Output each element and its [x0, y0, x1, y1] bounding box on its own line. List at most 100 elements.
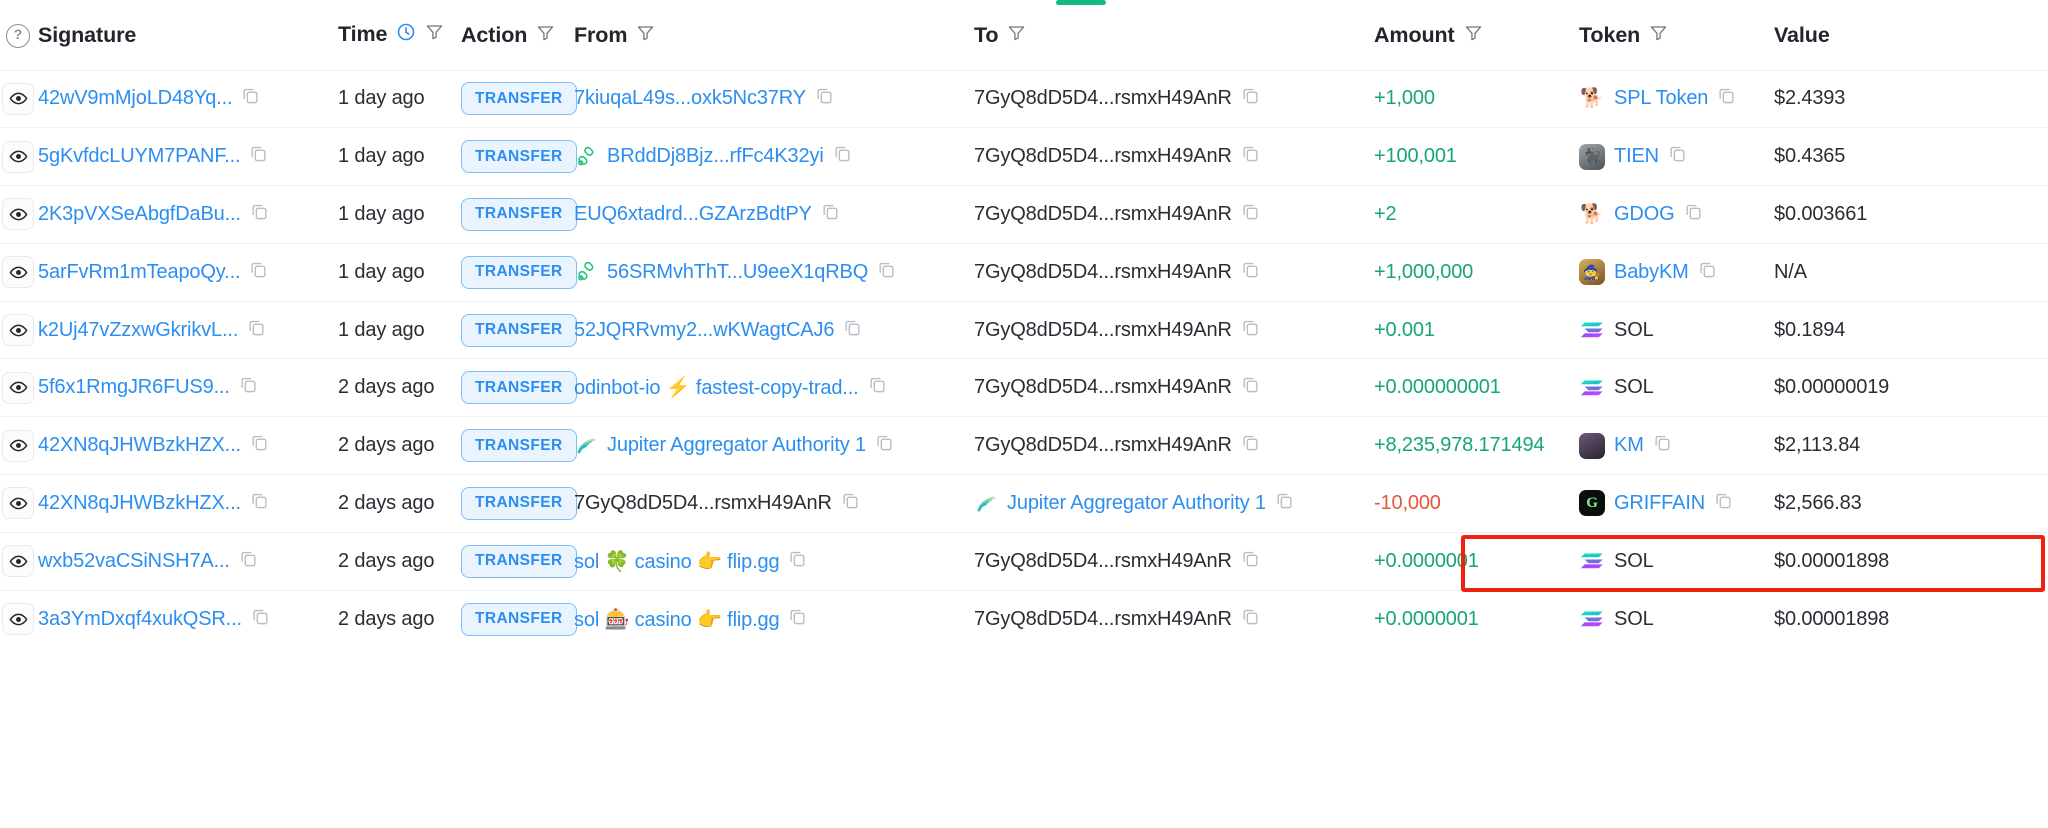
table-row[interactable]: 3a3YmDxqf4xukQSR... 2 days ago TRANSFER … [0, 590, 2048, 647]
table-row[interactable]: 5f6x1RmgJR6FUS9... 2 days ago TRANSFER o… [0, 358, 2048, 417]
copy-icon[interactable] [1275, 491, 1294, 516]
to-address[interactable]: Jupiter Aggregator Authority 1 [1007, 492, 1266, 515]
action-badge[interactable]: TRANSFER [461, 544, 577, 578]
action-badge[interactable]: TRANSFER [461, 313, 577, 347]
action-badge[interactable]: TRANSFER [461, 486, 577, 520]
from-address[interactable]: 52JQRRvmy2...wKWagtCAJ6 [574, 319, 834, 342]
token-label[interactable]: BabyKM [1614, 261, 1689, 284]
signature-link[interactable]: 5arFvRm1mTeapoQy... [38, 261, 241, 284]
filter-icon[interactable] [636, 23, 655, 48]
copy-icon[interactable] [251, 607, 270, 632]
token-label[interactable]: KM [1614, 434, 1644, 457]
signature-link[interactable]: 2K3pVXSeAbgfDaBu... [38, 203, 241, 226]
table-row[interactable]: k2Uj47vZzxwGkrikvL... 1 day ago TRANSFER… [0, 301, 2048, 359]
signature-link[interactable]: wxb52vaCSiNSH7A... [38, 550, 230, 573]
copy-icon[interactable] [1714, 491, 1733, 516]
watch-eye-icon[interactable] [2, 140, 34, 173]
copy-icon[interactable] [250, 491, 269, 516]
watch-eye-icon[interactable] [2, 487, 34, 520]
watch-eye-icon[interactable] [2, 256, 34, 289]
copy-icon[interactable] [788, 607, 807, 632]
copy-icon[interactable] [1668, 144, 1687, 169]
watch-eye-icon[interactable] [2, 545, 34, 578]
action-badge[interactable]: TRANSFER [461, 140, 577, 174]
action-badge[interactable]: TRANSFER [461, 255, 577, 289]
action-badge[interactable]: TRANSFER [461, 429, 577, 463]
copy-icon[interactable] [788, 549, 807, 574]
filter-icon[interactable] [1649, 23, 1668, 48]
copy-icon[interactable] [250, 202, 269, 227]
token-label[interactable]: GDOG [1614, 203, 1675, 226]
action-badge[interactable]: TRANSFER [461, 602, 577, 636]
copy-icon[interactable] [1241, 202, 1260, 227]
watch-eye-icon[interactable] [2, 603, 34, 636]
help-circle-icon[interactable]: ? [6, 23, 30, 48]
copy-icon[interactable] [1241, 260, 1260, 285]
action-badge[interactable]: TRANSFER [461, 197, 577, 231]
copy-icon[interactable] [1698, 260, 1717, 285]
copy-icon[interactable] [239, 375, 258, 400]
value-amount: $0.00000019 [1774, 376, 1890, 399]
copy-icon[interactable] [875, 433, 894, 458]
signature-link[interactable]: 42XN8qJHWBzkHZX... [38, 492, 241, 515]
table-row[interactable]: 5gKvfdcLUYM7PANF... 1 day ago TRANSFER B… [0, 127, 2048, 186]
signature-link[interactable]: k2Uj47vZzxwGkrikvL... [38, 319, 238, 342]
copy-icon[interactable] [1241, 375, 1260, 400]
token-label[interactable]: SPL Token [1614, 87, 1708, 110]
copy-icon[interactable] [249, 144, 268, 169]
copy-icon[interactable] [1241, 144, 1260, 169]
copy-icon[interactable] [815, 86, 834, 111]
table-row[interactable]: 2K3pVXSeAbgfDaBu... 1 day ago TRANSFER E… [0, 185, 2048, 244]
copy-icon[interactable] [1241, 318, 1260, 343]
table-row[interactable]: 42XN8qJHWBzkHZX... 2 days ago TRANSFER J… [0, 416, 2048, 475]
action-badge[interactable]: TRANSFER [461, 371, 577, 405]
from-address[interactable]: EUQ6xtadrd...GZArzBdtPY [574, 203, 812, 226]
filter-icon[interactable] [1464, 23, 1483, 48]
copy-icon[interactable] [1241, 86, 1260, 111]
copy-icon[interactable] [250, 433, 269, 458]
watch-eye-icon[interactable] [2, 429, 34, 462]
copy-icon[interactable] [1717, 86, 1736, 111]
watch-eye-icon[interactable] [2, 198, 34, 231]
copy-icon[interactable] [868, 375, 887, 400]
copy-icon[interactable] [1241, 607, 1260, 632]
copy-icon[interactable] [239, 549, 258, 574]
copy-icon[interactable] [1241, 549, 1260, 574]
table-row[interactable]: 5arFvRm1mTeapoQy... 1 day ago TRANSFER 5… [0, 243, 2048, 301]
filter-icon[interactable] [536, 23, 555, 48]
copy-icon[interactable] [821, 202, 840, 227]
signature-link[interactable]: 3a3YmDxqf4xukQSR... [38, 608, 242, 631]
from-address[interactable]: odinbot-io ⚡ fastest-copy-trad... [574, 375, 859, 400]
signature-link[interactable]: 42wV9mMjoLD48Yq... [38, 87, 233, 110]
copy-icon[interactable] [877, 260, 896, 285]
copy-icon[interactable] [1241, 433, 1260, 458]
from-address[interactable]: sol 🎰 casino 👉 flip.gg [574, 607, 780, 632]
copy-icon[interactable] [833, 144, 852, 169]
token-label[interactable]: GRIFFAIN [1614, 492, 1705, 515]
filter-icon[interactable] [425, 22, 444, 47]
copy-icon[interactable] [841, 491, 860, 516]
from-address[interactable]: 56SRMvhThT...U9eeX1qRBQ [607, 261, 868, 284]
copy-icon[interactable] [1653, 433, 1672, 458]
from-address[interactable]: BRddDj8Bjz...rfFc4K32yi [607, 145, 824, 168]
signature-link[interactable]: 5gKvfdcLUYM7PANF... [38, 145, 241, 168]
from-address[interactable]: sol 🍀 casino 👉 flip.gg [574, 549, 780, 574]
token-label[interactable]: TIEN [1614, 145, 1659, 168]
table-row[interactable]: 42wV9mMjoLD48Yq... 1 day ago TRANSFER 7k… [0, 70, 2048, 128]
watch-eye-icon[interactable] [2, 371, 34, 404]
watch-eye-icon[interactable] [2, 82, 34, 115]
filter-icon[interactable] [1007, 23, 1026, 48]
copy-icon[interactable] [249, 260, 268, 285]
watch-eye-icon[interactable] [2, 314, 34, 347]
copy-icon[interactable] [241, 86, 260, 111]
action-badge[interactable]: TRANSFER [461, 82, 577, 116]
copy-icon[interactable] [843, 318, 862, 343]
from-address[interactable]: 7kiuqaL49s...oxk5Nc37RY [574, 87, 806, 110]
table-row[interactable]: wxb52vaCSiNSH7A... 2 days ago TRANSFER s… [0, 532, 2048, 590]
copy-icon[interactable] [1684, 202, 1703, 227]
signature-link[interactable]: 5f6x1RmgJR6FUS9... [38, 376, 230, 399]
table-row[interactable]: 42XN8qJHWBzkHZX... 2 days ago TRANSFER 7… [0, 474, 2048, 533]
signature-link[interactable]: 42XN8qJHWBzkHZX... [38, 434, 241, 457]
from-address[interactable]: Jupiter Aggregator Authority 1 [607, 434, 866, 457]
copy-icon[interactable] [247, 318, 266, 343]
